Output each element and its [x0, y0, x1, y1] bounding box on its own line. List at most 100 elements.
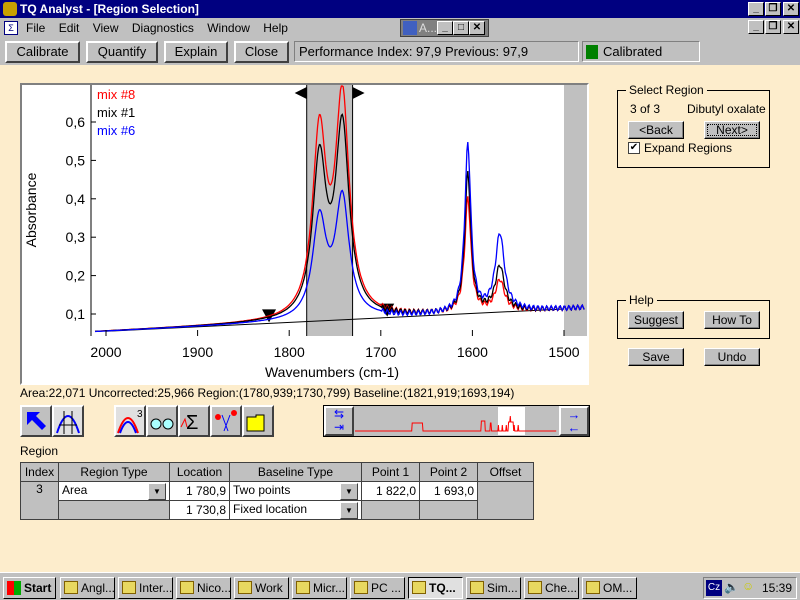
doc-icon: Σ [4, 21, 18, 35]
taskbar-item[interactable]: PC ... [350, 577, 405, 599]
undo-button[interactable]: Undo [704, 348, 760, 366]
start-button[interactable]: Start [3, 577, 56, 599]
integrate-button[interactable]: Σ [178, 405, 210, 437]
windows-logo-icon [7, 581, 21, 595]
taskbar-item[interactable]: OM... [582, 577, 637, 599]
taskbar-item-label: Inter... [139, 581, 173, 595]
explain-button[interactable]: Explain [164, 41, 228, 63]
taskbar-item[interactable]: TQ... [408, 577, 463, 599]
taskbar-item-label: TQ... [429, 581, 456, 595]
overview-spectrum[interactable] [355, 407, 559, 435]
cell-index: 3 [20, 481, 59, 520]
view-button[interactable] [146, 405, 178, 437]
baseline-type-select-2[interactable]: Fixed location ▼ [229, 500, 362, 520]
performance-index: Performance Index: 97,9 Previous: 97,9 [294, 41, 579, 62]
select-region-title: Select Region [626, 83, 707, 97]
taskbar-item[interactable]: Che... [524, 577, 579, 599]
child-maximize-button[interactable]: □ [453, 21, 469, 35]
close-button[interactable]: ✕ [783, 2, 799, 16]
location-1-field[interactable]: 1 780,9 [169, 481, 230, 501]
person-icon[interactable]: ☺ [742, 579, 754, 593]
menu-diagnostics[interactable]: Diagnostics [132, 21, 194, 35]
child-close-button[interactable]: ✕ [469, 21, 485, 35]
point1-field[interactable]: 1 822,0 [361, 481, 420, 501]
menu-view[interactable]: View [93, 21, 119, 35]
empty-cell [361, 500, 420, 520]
menu-window[interactable]: Window [207, 21, 250, 35]
header-region-type: Region Type [58, 462, 170, 482]
menu-bar: Σ File Edit View Diagnostics Window Help… [0, 18, 800, 38]
region-right-handle-icon[interactable] [352, 87, 365, 99]
taskbar-item[interactable]: Angl... [60, 577, 115, 599]
region-label: Region [20, 444, 59, 458]
quantify-button[interactable]: Quantify [86, 41, 158, 63]
app-icon [470, 581, 484, 594]
overlay-icon: 3 [117, 409, 143, 434]
open-button[interactable] [242, 405, 274, 437]
pointer-tool-button[interactable] [20, 405, 52, 437]
region-left-handle-icon[interactable] [294, 87, 307, 99]
taskbar-item[interactable]: Micr... [292, 577, 347, 599]
empty-cell [58, 500, 170, 520]
expand-regions-label[interactable]: Expand Regions [644, 141, 732, 155]
status-text: Calibrated [603, 44, 663, 59]
child-title: A... [419, 21, 438, 35]
expand-regions-checkbox[interactable]: ✔ [628, 142, 640, 154]
chevron-down-icon[interactable]: ▼ [340, 501, 358, 519]
status-indicator-icon [586, 45, 598, 59]
menu-edit[interactable]: Edit [59, 21, 80, 35]
save-button[interactable]: Save [628, 348, 684, 366]
overview-line [355, 415, 557, 432]
spectrum-chart[interactable]: mix #8 mix #1 mix #6 2000 1900 1800 1700 1600 15… [20, 83, 589, 385]
overlay-spectra-button[interactable]: 3 [114, 405, 146, 437]
x-tick-label: 1700 [365, 344, 396, 360]
mdi-minimize-button[interactable]: _ [748, 20, 764, 34]
component-name: Dibutyl oxalate [687, 102, 766, 116]
calibrate-button[interactable]: Calibrate [5, 41, 80, 63]
mdi-restore-button[interactable]: ❐ [765, 20, 781, 34]
back-button[interactable]: <Back [628, 121, 684, 139]
header-location: Location [169, 462, 230, 482]
spectrum-plot[interactable]: mix #8 mix #1 mix #6 2000 1900 1800 1700 1600 15… [22, 85, 587, 383]
taskbar-item[interactable]: Work [234, 577, 289, 599]
baseline-type-select-1[interactable]: Two points ▼ [229, 481, 362, 501]
start-label: Start [24, 581, 52, 595]
taskbar-item[interactable]: Inter... [118, 577, 173, 599]
menu-help[interactable]: Help [263, 21, 288, 35]
folder-icon [246, 414, 265, 432]
y-tick-label: 0,6 [66, 114, 86, 130]
speaker-icon[interactable]: 🔈 [724, 580, 739, 594]
next-button[interactable]: Next> [704, 121, 760, 139]
header-point2: Point 2 [419, 462, 478, 482]
minimized-child-window[interactable]: A... _ □ ✕ [400, 19, 489, 37]
legend-entry: mix #1 [97, 105, 135, 120]
cut-button[interactable] [210, 405, 242, 437]
suggest-button[interactable]: Suggest [628, 311, 684, 329]
restore-button[interactable]: ❐ [765, 2, 781, 16]
region-tool-button[interactable] [52, 405, 84, 437]
point2-field[interactable]: 1 693,0 [419, 481, 478, 501]
sigma-icon: Σ [180, 412, 198, 434]
chevron-down-icon[interactable]: ▼ [340, 482, 358, 500]
language-indicator[interactable]: Cz [706, 580, 722, 596]
legend-entry: mix #6 [97, 123, 135, 138]
spectrum-navigator[interactable]: ⇆ ⇥ → ← [323, 405, 590, 437]
mdi-close-button[interactable]: ✕ [783, 20, 799, 34]
close-view-button[interactable]: Close [234, 41, 289, 63]
region-type-value: Area [62, 482, 88, 497]
region-type-select[interactable]: Area ▼ [58, 481, 170, 501]
scroll-button[interactable]: → ← [559, 406, 589, 436]
taskbar-item-label: Micr... [313, 581, 345, 595]
zoom-toggle-button[interactable]: ⇆ ⇥ [324, 406, 354, 436]
y-tick-label: 0,5 [66, 152, 86, 168]
title-bar: TQ Analyst - [Region Selection] _ ❐ ✕ [0, 0, 800, 18]
chevron-down-icon[interactable]: ▼ [148, 482, 166, 500]
child-minimize-button[interactable]: _ [437, 21, 453, 35]
location-2-field[interactable]: 1 730,8 [169, 500, 230, 520]
menu-file[interactable]: File [26, 21, 45, 35]
taskbar-item[interactable]: Nico... [176, 577, 231, 599]
taskbar-item-label: Sim... [487, 581, 518, 595]
taskbar-item[interactable]: Sim... [466, 577, 521, 599]
how-to-button[interactable]: How To [704, 311, 760, 329]
minimize-button[interactable]: _ [748, 2, 764, 16]
